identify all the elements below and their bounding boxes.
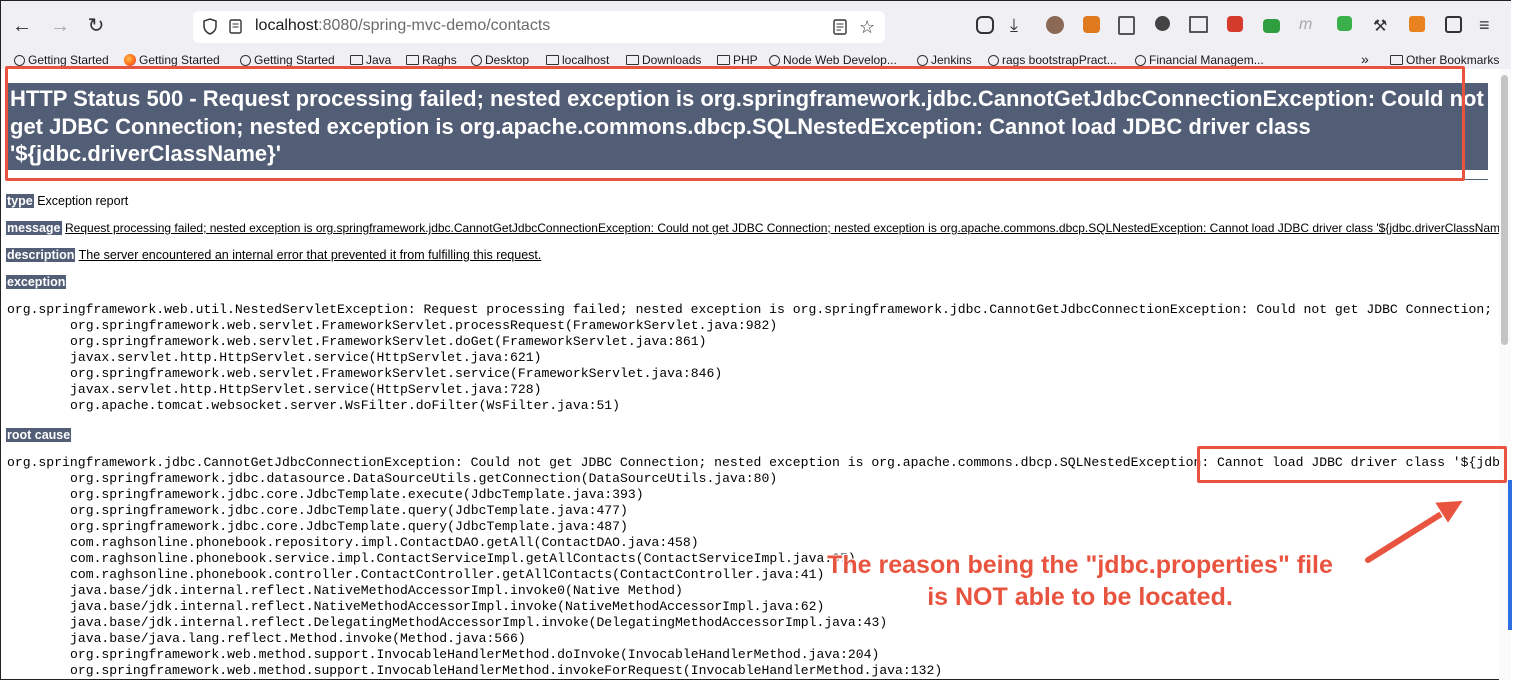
annotation-line-2: is NOT able to be located.	[927, 583, 1233, 611]
annotation-callout: The reason being the "jdbc.properties" f…	[760, 549, 1400, 613]
annotation-line-1: The reason being the "jdbc.properties" f…	[827, 551, 1333, 579]
